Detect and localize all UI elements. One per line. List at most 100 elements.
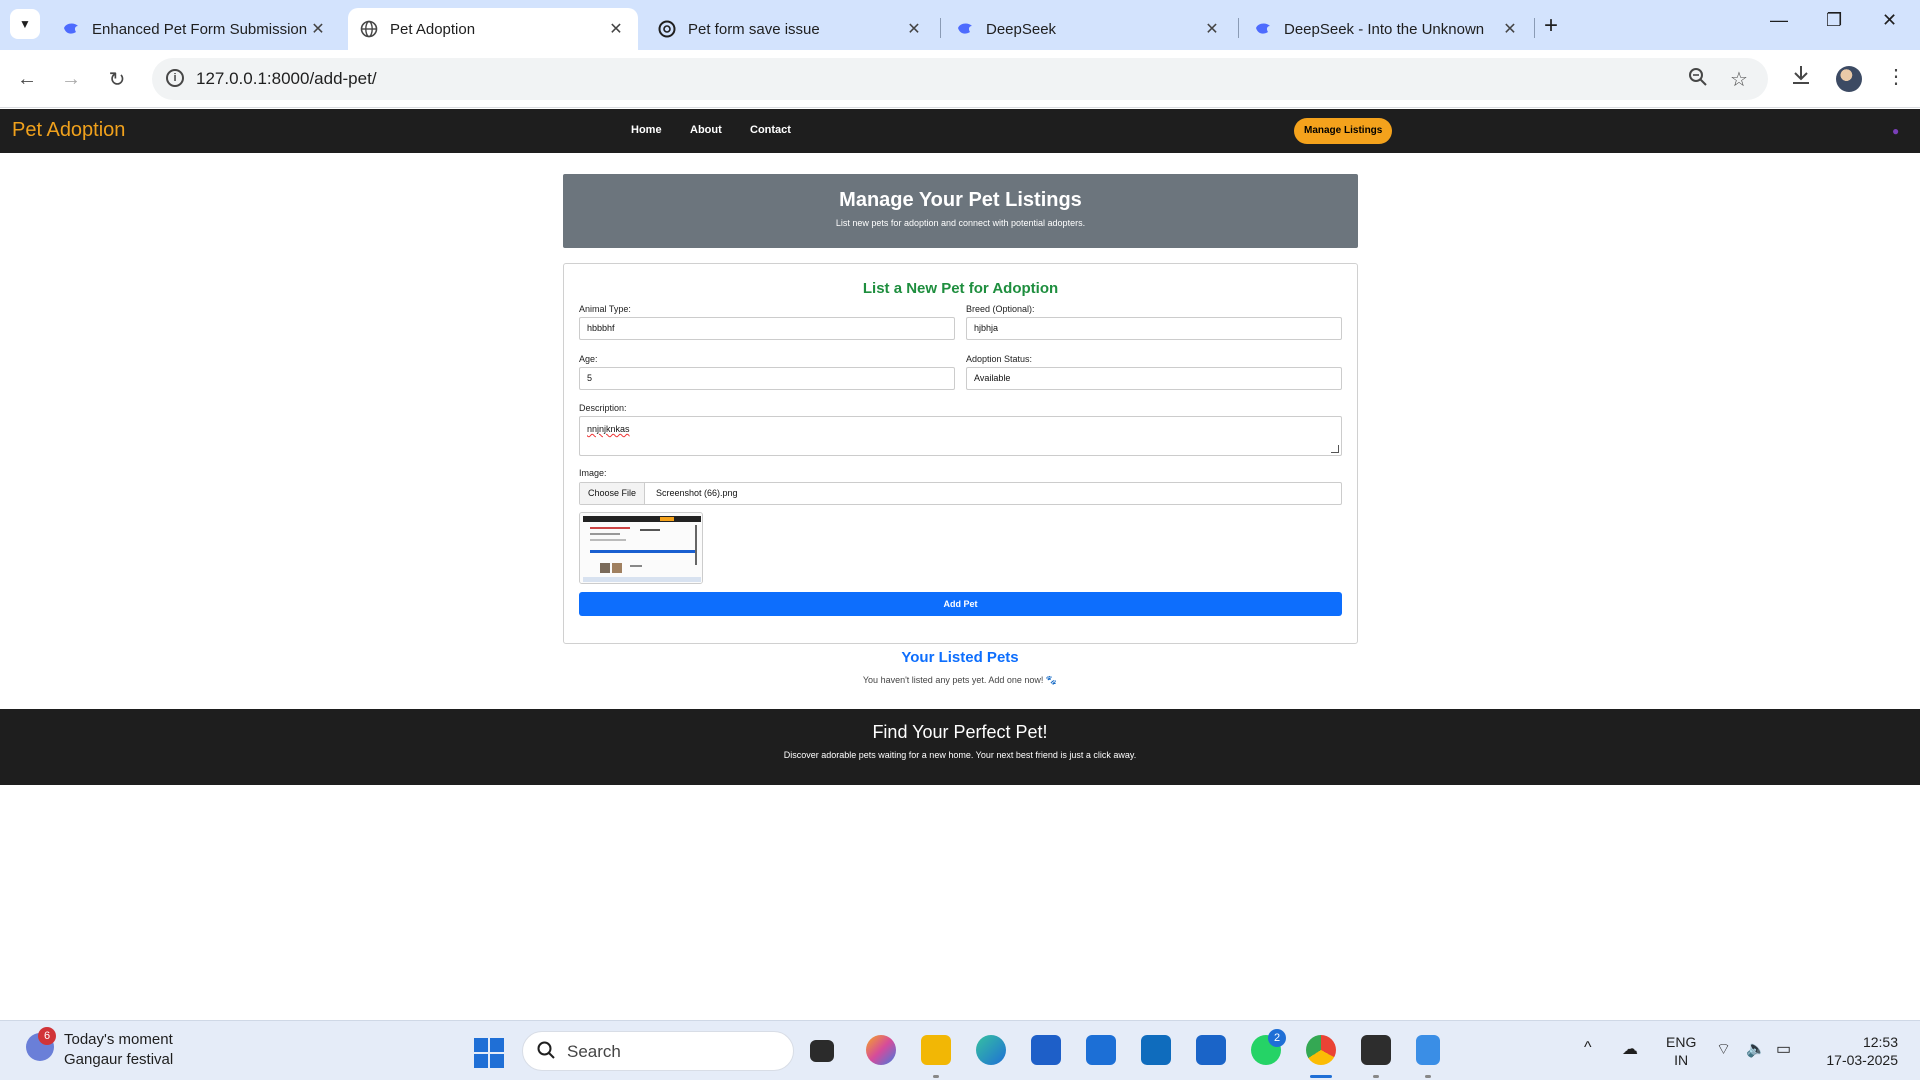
chrome-icon[interactable] <box>1306 1035 1336 1065</box>
running-indicator <box>1373 1075 1379 1078</box>
chevron-up-icon[interactable]: ^ <box>1584 1039 1592 1057</box>
microsoft-store-icon[interactable] <box>1031 1035 1061 1065</box>
whatsapp-badge: 2 <box>1268 1029 1286 1047</box>
close-icon[interactable]: ✕ <box>1500 19 1520 39</box>
start-button[interactable] <box>474 1038 504 1068</box>
clock-time: 12:53 <box>1862 1034 1898 1050</box>
footer-text: Discover adorable pets waiting for a new… <box>783 750 1137 760</box>
add-pet-button[interactable]: Add Pet <box>579 592 1342 616</box>
widget-title[interactable]: Today's moment <box>64 1031 173 1048</box>
close-window-button[interactable]: ✕ <box>1882 10 1897 31</box>
windows-logo-tile <box>490 1054 504 1068</box>
listed-pets-title: Your Listed Pets <box>901 649 1019 666</box>
outlook-icon[interactable] <box>1141 1035 1171 1065</box>
tab-separator <box>1238 18 1239 38</box>
tab-search-button[interactable]: ▼ <box>10 9 40 39</box>
animal-type-label: Animal Type: <box>579 304 631 314</box>
globe-icon <box>360 20 378 38</box>
close-icon[interactable]: ✕ <box>308 19 328 39</box>
bookmark-star-icon[interactable]: ☆ <box>1730 67 1748 92</box>
language-indicator[interactable]: ENG IN <box>1666 1033 1696 1069</box>
windows-taskbar: 6 Today's moment Gangaur festival Search… <box>0 1020 1920 1080</box>
forward-button[interactable]: → <box>56 64 86 94</box>
tab-separator <box>940 18 941 38</box>
clock-date: 17-03-2025 <box>1826 1052 1898 1068</box>
hero-title: Manage Your Pet Listings <box>839 189 1082 211</box>
tab-enhanced-pet-form[interactable]: Enhanced Pet Form Submission ✕ <box>50 8 340 50</box>
manage-listings-button[interactable]: Manage Listings <box>1294 118 1393 144</box>
description-textarea[interactable]: nnjnjknkas <box>579 416 1342 456</box>
chevron-down-icon: ▼ <box>19 17 31 31</box>
restore-button[interactable]: ❐ <box>1826 10 1842 31</box>
wifi-icon[interactable]: ⌔ <box>1716 1039 1731 1059</box>
image-preview-thumbnail <box>579 512 703 584</box>
task-view-icon[interactable] <box>810 1040 834 1062</box>
myhp-icon[interactable] <box>1086 1035 1116 1065</box>
nav-contact[interactable]: Contact <box>750 124 791 136</box>
downloads-icon[interactable] <box>1790 64 1812 92</box>
age-input[interactable]: 5 <box>579 367 955 390</box>
windows-logo-tile <box>474 1054 488 1068</box>
tab-title: DeepSeek <box>986 20 1057 38</box>
back-arrow-icon: ← <box>17 67 37 90</box>
site-brand[interactable]: Pet Adoption <box>12 119 125 142</box>
breed-input[interactable]: hjbhja <box>966 317 1342 340</box>
animal-type-input[interactable]: hbbbhf <box>579 317 955 340</box>
close-icon[interactable]: ✕ <box>1202 19 1222 39</box>
chosen-file-name: Screenshot (66).png <box>656 488 738 498</box>
search-icon <box>537 1041 555 1064</box>
choose-file-button[interactable]: Choose File <box>580 483 646 504</box>
widget-subtitle[interactable]: Gangaur festival <box>64 1051 173 1068</box>
tab-title: Enhanced Pet Form Submission <box>92 20 308 38</box>
new-tab-button[interactable]: + <box>1544 12 1558 40</box>
image-file-input[interactable]: Choose File Screenshot (66).png <box>579 482 1342 505</box>
url-text[interactable]: 127.0.0.1:8000/add-pet/ <box>196 69 377 89</box>
tab-deepseek-into-the-unknown[interactable]: DeepSeek - Into the Unknown ✕ <box>1242 8 1532 50</box>
footer-title: Find Your Perfect Pet! <box>872 722 1048 742</box>
cloud-sync-icon[interactable]: ☁ <box>1622 1039 1638 1059</box>
adoption-status-select[interactable]: Available <box>966 367 1342 390</box>
address-bar[interactable]: i 127.0.0.1:8000/add-pet/ ☆ <box>152 58 1768 100</box>
profile-avatar[interactable] <box>1836 66 1862 92</box>
site-info-icon[interactable]: i <box>166 69 184 87</box>
search-placeholder: Search <box>567 1042 621 1061</box>
reload-icon: ↻ <box>108 68 126 91</box>
tab-pet-form-save-issue[interactable]: Pet form save issue ✕ <box>646 8 936 50</box>
description-label: Description: <box>579 403 627 413</box>
menu-kebab-icon[interactable]: ⋮ <box>1886 64 1906 89</box>
user-icon[interactable]: ● <box>1892 124 1902 138</box>
age-label: Age: <box>579 354 598 364</box>
edge-icon[interactable] <box>976 1035 1006 1065</box>
zoom-icon[interactable] <box>1688 67 1708 93</box>
downloader-icon[interactable] <box>1196 1035 1226 1065</box>
hero-banner: Manage Your Pet Listings List new pets f… <box>563 174 1358 248</box>
terminal-icon[interactable] <box>1361 1035 1391 1065</box>
adoption-status-label: Adoption Status: <box>966 354 1033 364</box>
resize-handle[interactable] <box>1331 445 1339 453</box>
close-icon[interactable]: ✕ <box>606 19 626 39</box>
language-line-2: IN <box>1674 1052 1689 1068</box>
file-explorer-icon[interactable] <box>921 1035 951 1065</box>
minimize-button[interactable]: — <box>1770 10 1788 31</box>
taskbar-search[interactable]: Search <box>522 1031 794 1071</box>
close-icon[interactable]: ✕ <box>904 19 924 39</box>
chatgpt-icon <box>658 20 676 38</box>
add-pet-form: List a New Pet for Adoption Animal Type:… <box>563 263 1358 644</box>
copilot-icon[interactable] <box>866 1035 896 1065</box>
tab-deepseek[interactable]: DeepSeek ✕ <box>944 8 1234 50</box>
tab-pet-adoption[interactable]: Pet Adoption ✕ <box>348 8 638 50</box>
widgets-badge: 6 <box>38 1027 56 1045</box>
listed-pets-empty-text: You haven't listed any pets yet. Add one… <box>862 675 1058 685</box>
deepseek-icon <box>1254 20 1272 38</box>
battery-icon[interactable]: ▭ <box>1776 1039 1791 1059</box>
volume-icon[interactable]: 🔈 <box>1746 1039 1766 1059</box>
windows-logo-tile <box>490 1038 504 1052</box>
notepad-icon[interactable] <box>1416 1035 1440 1065</box>
nav-home[interactable]: Home <box>631 124 662 136</box>
active-indicator <box>1310 1075 1332 1078</box>
back-button[interactable]: ← <box>12 64 42 94</box>
breed-label: Breed (Optional): <box>966 304 1035 314</box>
reload-button[interactable]: ↻ <box>102 64 132 94</box>
clock[interactable]: 12:53 17-03-2025 <box>1818 1033 1898 1069</box>
nav-about[interactable]: About <box>690 124 722 136</box>
